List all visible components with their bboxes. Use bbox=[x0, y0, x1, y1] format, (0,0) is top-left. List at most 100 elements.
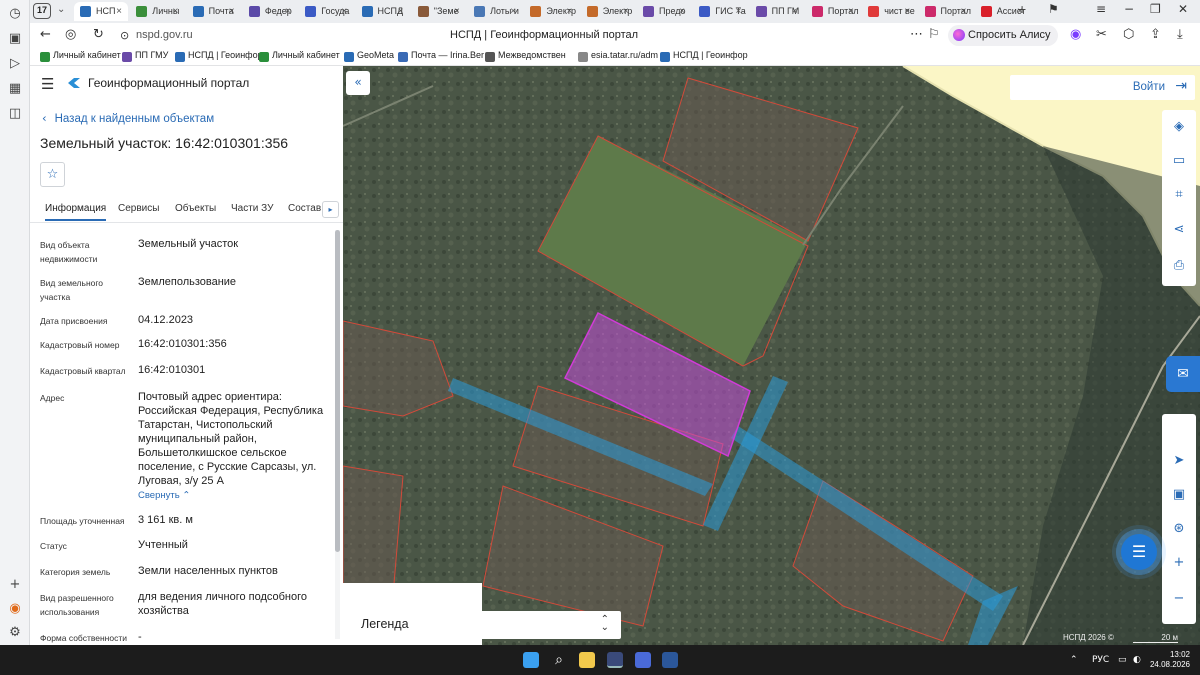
browser-tab[interactable]: НСП × bbox=[74, 2, 128, 21]
screenshot-icon[interactable]: ◫ bbox=[7, 106, 23, 122]
browser-tab[interactable]: Личны × bbox=[130, 2, 184, 21]
bookmark-item[interactable]: Межведомствен bbox=[485, 50, 566, 62]
ask-alisa-button[interactable]: Спросить Алису AI bbox=[948, 25, 1058, 62]
bookmark-star-icon[interactable]: ⚐ bbox=[928, 27, 940, 42]
close-tab-icon[interactable]: × bbox=[792, 2, 798, 21]
history-icon[interactable]: ◷ bbox=[7, 6, 23, 22]
tab-parts[interactable]: Части ЗУ bbox=[231, 203, 273, 214]
downloads-icon[interactable]: ⤓ bbox=[1177, 27, 1183, 42]
favorite-star-button[interactable]: ☆ bbox=[40, 162, 65, 187]
alisa-rail-icon[interactable]: ◉ bbox=[7, 601, 23, 617]
bookmark-item[interactable]: esia.tatar.ru/adm bbox=[578, 50, 658, 62]
word-icon[interactable] bbox=[662, 652, 678, 668]
tools-icon[interactable]: ✂ bbox=[1096, 27, 1107, 42]
add-icon[interactable]: + bbox=[7, 577, 23, 593]
bookmark-item[interactable]: ПП ГМУ bbox=[122, 50, 168, 62]
tab-composition[interactable]: Состав bbox=[288, 203, 321, 214]
scroll-thumb[interactable] bbox=[335, 230, 340, 552]
extensions-icon[interactable]: ⬡ bbox=[1123, 27, 1134, 42]
collections-icon[interactable]: ▣ bbox=[7, 31, 23, 47]
language-indicator[interactable]: РУС bbox=[1092, 655, 1109, 665]
close-tab-icon[interactable]: × bbox=[454, 2, 460, 21]
browser-tab[interactable]: Электр × bbox=[524, 2, 578, 21]
new-tab-button[interactable]: + bbox=[1018, 1, 1026, 17]
close-tab-icon[interactable]: × bbox=[172, 2, 178, 21]
close-window-button[interactable]: ✕ bbox=[1178, 2, 1188, 16]
bookmark-item[interactable]: GeoMeta bbox=[344, 50, 394, 62]
close-tab-icon[interactable]: × bbox=[510, 2, 516, 21]
windows-start-icon[interactable] bbox=[523, 652, 539, 668]
close-tab-icon[interactable]: × bbox=[285, 2, 291, 21]
map-view[interactable]: « Войти ⇥ ◈ ▭ ⌗ ⋖ ⎙ ✉ ➤ ▣ ⊛ + − ☰ Легенд… bbox=[343, 66, 1200, 645]
close-tab-icon[interactable]: × bbox=[848, 2, 854, 21]
bookmark-item[interactable]: НСПД | Геоинфор bbox=[175, 50, 263, 62]
zoom-in-button[interactable]: + bbox=[1170, 554, 1188, 572]
browser-tab[interactable]: ГИС Та × bbox=[693, 2, 747, 21]
minimize-button[interactable]: − bbox=[1124, 2, 1134, 16]
browser-tab[interactable]: Портал × bbox=[919, 2, 973, 21]
print-icon[interactable]: ⎙ bbox=[1170, 257, 1188, 275]
save-app-icon[interactable] bbox=[635, 652, 651, 668]
share-icon[interactable]: ⇪ bbox=[1150, 27, 1161, 42]
more-icon[interactable]: ⋯ bbox=[910, 27, 923, 42]
calendar-icon[interactable]: ▦ bbox=[7, 81, 23, 97]
system-clock[interactable]: 13:02 24.08.2026 bbox=[1148, 650, 1190, 670]
display-icon[interactable]: ▭ bbox=[1118, 655, 1127, 665]
back-to-results-link[interactable]: ‹ Назад к найденным объектам bbox=[42, 111, 214, 125]
browser-tab[interactable]: Предо × bbox=[637, 2, 691, 21]
back-button[interactable]: ← bbox=[40, 27, 51, 42]
close-tab-icon[interactable]: × bbox=[735, 2, 741, 21]
close-tab-icon[interactable]: × bbox=[904, 2, 910, 21]
share-icon[interactable]: ⋖ bbox=[1170, 221, 1188, 239]
browser-tab[interactable]: Госуда × bbox=[299, 2, 353, 21]
collapse-panel-button[interactable]: « bbox=[346, 71, 370, 95]
zoom-out-button[interactable]: − bbox=[1170, 590, 1188, 608]
close-tab-icon[interactable]: × bbox=[341, 2, 347, 21]
browser-tab[interactable]: "Земе × bbox=[412, 2, 466, 21]
chat-icon[interactable]: ☰ bbox=[1121, 534, 1157, 570]
close-tab-icon[interactable]: × bbox=[679, 2, 685, 21]
reload-button[interactable]: ↻ bbox=[93, 27, 104, 42]
assistant-icon[interactable]: ◉ bbox=[1070, 27, 1081, 42]
login-button[interactable]: Войти ⇥ bbox=[1010, 75, 1195, 100]
close-tab-icon[interactable]: × bbox=[398, 2, 404, 21]
geolocation-icon[interactable]: ➤ bbox=[1170, 452, 1188, 470]
close-tab-icon[interactable]: × bbox=[567, 2, 573, 21]
settings-icon[interactable]: ⚙ bbox=[7, 625, 23, 641]
bookmark-item[interactable]: Личный кабинет bbox=[259, 50, 340, 62]
tab-services[interactable]: Сервисы bbox=[118, 203, 159, 214]
layers-icon[interactable]: ◈ bbox=[1170, 118, 1188, 136]
volume-icon[interactable]: ◐ bbox=[1133, 655, 1141, 665]
select-area-icon[interactable]: ⌗ bbox=[1170, 186, 1188, 204]
tab-objects[interactable]: Объекты bbox=[175, 203, 216, 214]
menu-icon[interactable]: ≡ bbox=[1096, 2, 1106, 16]
maximize-button[interactable]: ❐ bbox=[1150, 2, 1161, 16]
bookmark-item[interactable]: НСПД | Геоинфор bbox=[660, 50, 748, 62]
bookmark-item[interactable]: Личный кабинет bbox=[40, 50, 121, 62]
menu-icon[interactable]: ☰ bbox=[41, 75, 54, 93]
browser-tab[interactable]: ПП ГМ × bbox=[750, 2, 804, 21]
ruler-icon[interactable]: ▭ bbox=[1170, 152, 1188, 170]
chevron-right-icon[interactable]: ▸ bbox=[322, 201, 339, 218]
search-icon[interactable]: ⌕ bbox=[551, 652, 567, 668]
browser-tab[interactable]: Почта × bbox=[187, 2, 241, 21]
browser-tab[interactable]: Лоты и × bbox=[468, 2, 522, 21]
incognito-icon[interactable]: ◎ bbox=[65, 27, 76, 42]
browser-taskbar-icon[interactable] bbox=[607, 652, 623, 668]
close-tab-icon[interactable]: × bbox=[623, 2, 629, 21]
browser-tab[interactable]: Федер × bbox=[243, 2, 297, 21]
file-explorer-icon[interactable] bbox=[579, 652, 595, 668]
bookmark-icon[interactable]: ⚑ bbox=[1048, 2, 1059, 16]
bookmark-item[interactable]: Почта — Irina.Ber bbox=[398, 50, 484, 62]
tab-information[interactable]: Информация bbox=[45, 203, 107, 221]
close-tab-icon[interactable]: × bbox=[961, 2, 967, 21]
panel-scrollbar[interactable] bbox=[335, 230, 340, 639]
tray-chevron-icon[interactable]: ⌃ bbox=[1070, 655, 1078, 665]
browser-tab[interactable]: НСПД × bbox=[356, 2, 410, 21]
browser-tab[interactable]: Электр × bbox=[581, 2, 635, 21]
close-tab-icon[interactable]: × bbox=[229, 2, 235, 21]
tab-count-badge[interactable]: 17 bbox=[33, 3, 51, 19]
search-location-icon[interactable]: ⊛ bbox=[1170, 520, 1188, 538]
close-tab-icon[interactable]: × bbox=[116, 2, 122, 21]
legend-dropdown[interactable]: Легенда ⌃ ⌄ bbox=[351, 611, 621, 639]
